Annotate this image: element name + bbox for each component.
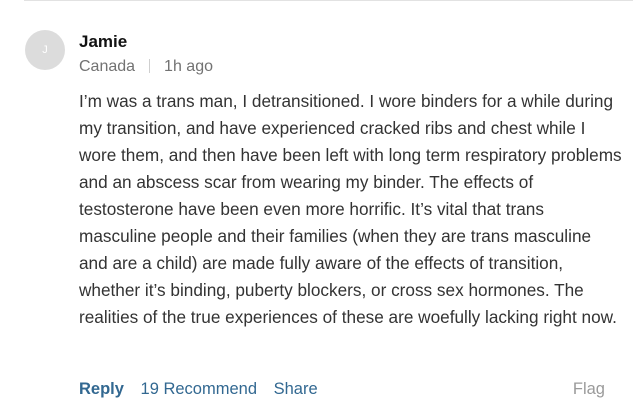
flag-button[interactable]: Flag <box>573 380 605 399</box>
avatar: J <box>25 30 65 70</box>
meta-separator <box>149 59 151 73</box>
share-button[interactable]: Share <box>274 380 318 398</box>
author-name: Jamie <box>79 32 128 51</box>
recommend-button[interactable]: 19 Recommend <box>141 380 257 398</box>
comment-body: I’m was a trans man, I detransitioned. I… <box>79 91 622 327</box>
comment-meta: Canada 1h ago <box>79 58 213 76</box>
comment-timestamp: 1h ago <box>164 58 213 75</box>
reply-button[interactable]: Reply <box>79 380 124 398</box>
top-divider <box>24 0 633 1</box>
comment-actions: Reply 19 Recommend Share Flag <box>79 380 605 402</box>
author-location: Canada <box>79 58 136 75</box>
avatar-initial: J <box>42 44 48 56</box>
